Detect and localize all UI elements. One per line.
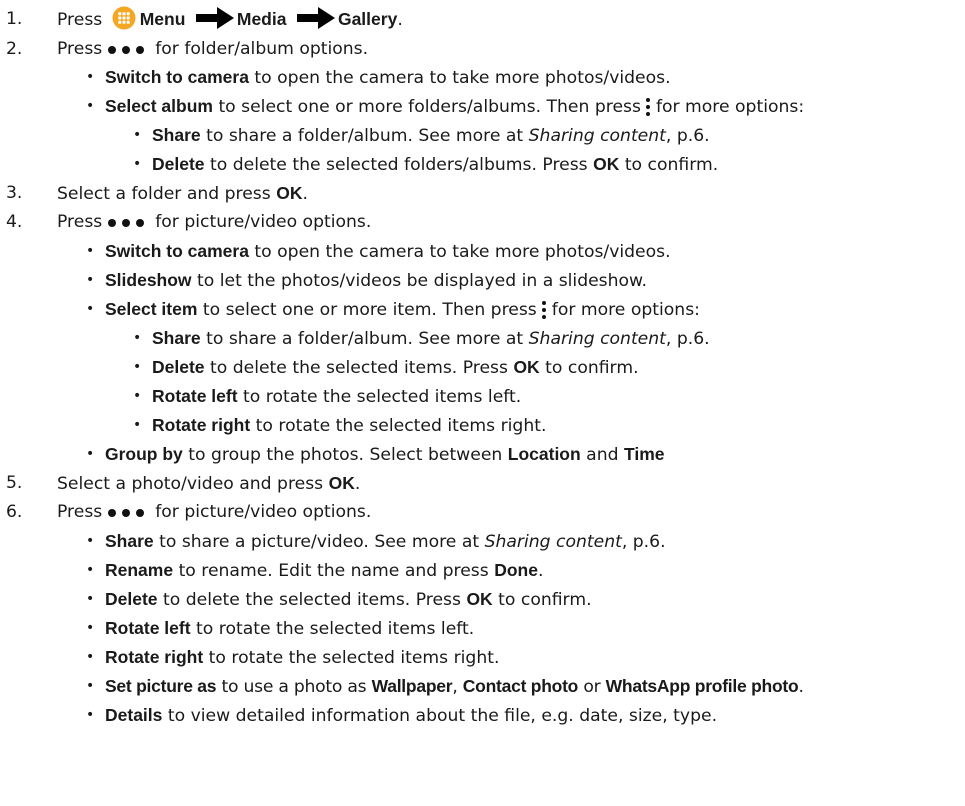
option-label: Switch to camera bbox=[105, 241, 249, 261]
gallery-label: Gallery bbox=[337, 9, 398, 29]
bullet: • bbox=[86, 620, 95, 636]
bullet: • bbox=[86, 562, 95, 578]
option-label: Switch to camera bbox=[105, 67, 249, 87]
more-horizontal-icon bbox=[108, 499, 150, 525]
bullet: • bbox=[86, 649, 95, 665]
step-number: 3. bbox=[6, 183, 23, 203]
step-number: 2. bbox=[6, 39, 23, 59]
bullet: • bbox=[86, 533, 95, 549]
option-label: Delete bbox=[152, 357, 205, 377]
option-label: Select album bbox=[105, 96, 213, 116]
option-label: Share bbox=[105, 531, 154, 551]
cross-reference: Sharing content bbox=[484, 532, 622, 552]
bullet: • bbox=[86, 69, 95, 85]
option-label: Share bbox=[152, 125, 201, 145]
bullet: • bbox=[86, 707, 95, 723]
media-label: Media bbox=[236, 9, 287, 29]
bullet: • bbox=[86, 243, 95, 259]
option-label: Set picture as bbox=[105, 676, 217, 696]
more-vertical-icon bbox=[645, 97, 651, 117]
bullet: • bbox=[86, 301, 95, 317]
cross-reference: Sharing content bbox=[528, 329, 666, 349]
menu-grid-icon bbox=[112, 6, 136, 30]
bullet: • bbox=[86, 446, 95, 462]
option-label: Delete bbox=[152, 154, 205, 174]
option-label: Rotate right bbox=[105, 647, 204, 667]
step-number: 5. bbox=[6, 473, 23, 493]
step-number: 6. bbox=[6, 502, 23, 522]
option-label: Rename bbox=[105, 560, 174, 580]
bullet: • bbox=[133, 359, 142, 375]
option-label: Group by bbox=[105, 444, 183, 464]
cross-reference: Sharing content bbox=[528, 126, 666, 146]
bullet: • bbox=[133, 388, 142, 404]
bullet: • bbox=[86, 272, 95, 288]
menu-label: Menu bbox=[139, 9, 186, 29]
bullet: • bbox=[86, 591, 95, 607]
arrow-right-icon bbox=[195, 7, 234, 29]
option-label: Slideshow bbox=[105, 270, 192, 290]
bullet: • bbox=[86, 678, 95, 694]
more-vertical-icon bbox=[541, 300, 547, 320]
arrow-right-icon bbox=[296, 7, 335, 29]
bullet: • bbox=[133, 156, 142, 172]
option-label: Select item bbox=[105, 299, 198, 319]
bullet: • bbox=[133, 127, 142, 143]
more-horizontal-icon bbox=[108, 36, 150, 62]
option-label: Rotate left bbox=[105, 618, 191, 638]
gallery-instructions: 1. Press Menu Media Gallery. 2. Press for… bbox=[0, 0, 965, 806]
option-label: Delete bbox=[105, 589, 158, 609]
option-label: Rotate left bbox=[152, 386, 238, 406]
more-horizontal-icon bbox=[108, 209, 150, 235]
bullet: • bbox=[133, 417, 142, 433]
bullet: • bbox=[133, 330, 142, 346]
step-number: 1. bbox=[6, 9, 23, 29]
option-label: Details bbox=[105, 705, 163, 725]
bullet: • bbox=[86, 98, 95, 114]
option-label: Rotate right bbox=[152, 415, 251, 435]
step-text: Press bbox=[57, 10, 103, 30]
step-number: 4. bbox=[6, 212, 23, 232]
option-label: Share bbox=[152, 328, 201, 348]
